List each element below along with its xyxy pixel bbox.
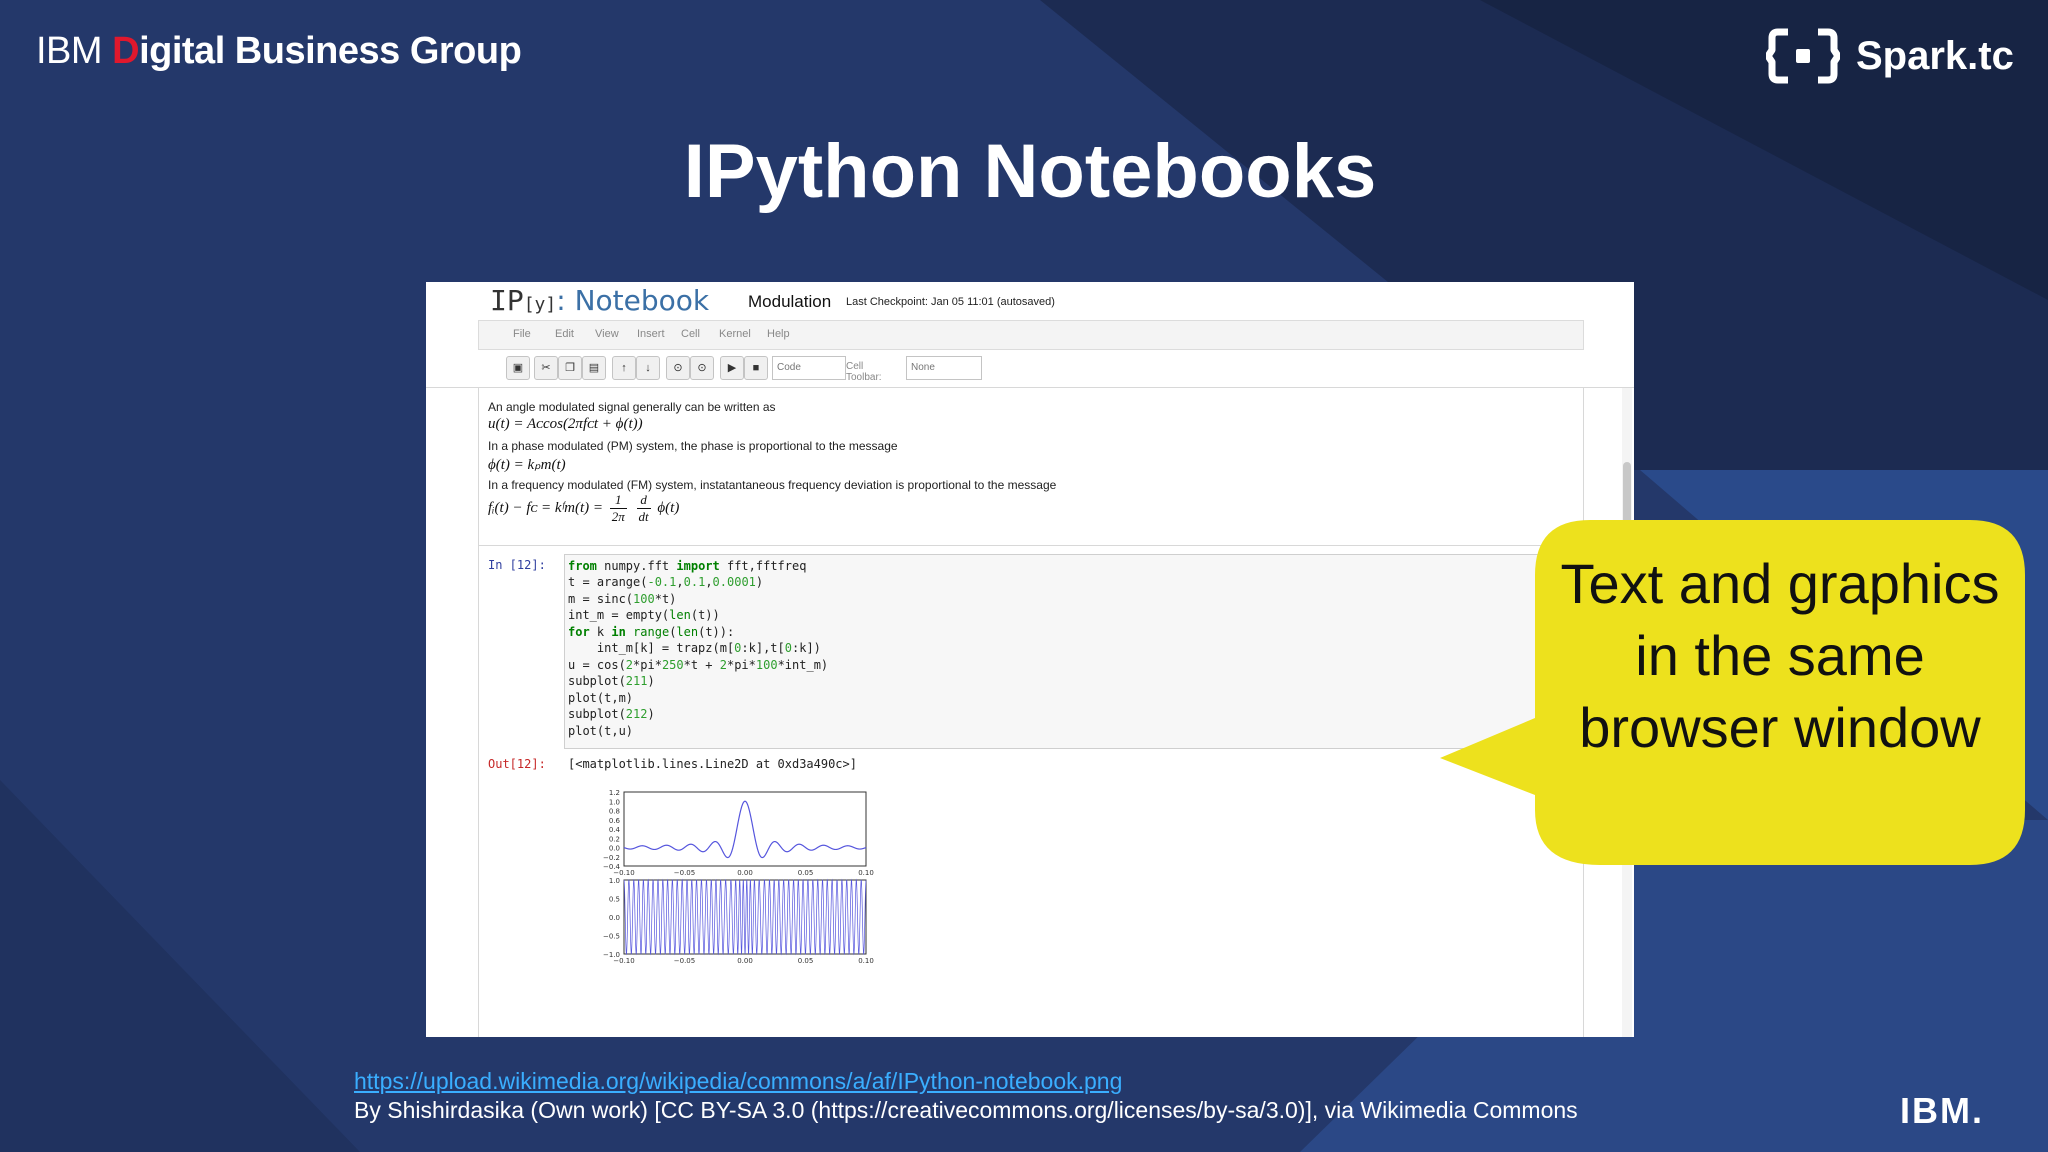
y-tick-label: 0.4 [609, 826, 621, 834]
y-tick-label: −0.2 [603, 854, 620, 862]
menu-file[interactable]: File [513, 328, 531, 340]
markdown-line-1: An angle modulated signal generally can … [488, 400, 776, 414]
menu-insert[interactable]: Insert [637, 328, 665, 340]
y-tick-label: 0.0 [609, 914, 620, 922]
y-tick-label: 0.2 [609, 835, 620, 843]
checkpoint-status: Last Checkpoint: Jan 05 11:01 (autosaved… [846, 296, 1055, 308]
run-icon[interactable]: ▶ [720, 356, 744, 380]
spark-logo: Spark.tc [1766, 26, 2014, 86]
x-tick-label: −0.10 [613, 957, 634, 965]
menu-edit[interactable]: Edit [555, 328, 574, 340]
cell-type-value: Code [777, 362, 801, 373]
menu-help[interactable]: Help [767, 328, 790, 340]
cut-icon[interactable]: ✂ [534, 356, 558, 380]
x-tick-label: 0.00 [737, 869, 753, 877]
equation-3: fᵢ(t) − fᴄ = kᶠm(t) = 1 2π d dt ϕ(t) [488, 492, 679, 525]
y-tick-label: 1.2 [609, 789, 620, 797]
x-tick-label: −0.05 [674, 869, 695, 877]
y-tick-label: 0.6 [609, 817, 621, 825]
plot-frame [623, 791, 867, 867]
y-tick-label: 1.0 [609, 798, 620, 806]
y-tick-label: −0.5 [603, 933, 620, 941]
input-prompt: In [12]: [488, 558, 546, 572]
code-line: u = cos(2*pi*250*t + 2*pi*100*int_m) [568, 658, 829, 672]
cell-toolbar-label: Cell Toolbar: [846, 361, 882, 383]
x-tick-label: 0.05 [798, 869, 814, 877]
spark-bracket-icon [1766, 28, 1840, 84]
save-icon[interactable]: ▣ [506, 356, 530, 380]
y-tick-label: 1.0 [609, 877, 620, 885]
menu-bar: File Edit View Insert Cell Kernel Help [478, 320, 1584, 350]
ipython-logo: IP[y]: Notebook [490, 284, 709, 317]
code-line: from numpy.fft import fft,fftfreq [568, 559, 807, 573]
x-tick-label: 0.10 [858, 869, 874, 877]
code-line: int_m[k] = trapz(m[0:k],t[0:k]) [568, 641, 821, 655]
ibm-logo: IBM. [1900, 1090, 1984, 1131]
cell-toolbar-value: None [911, 362, 935, 373]
paste-icon[interactable]: ▤ [582, 356, 606, 380]
brand-d-letter: D [112, 30, 140, 72]
notebook-header: IP[y]: Notebook Modulation Last Checkpoi… [426, 282, 1634, 388]
eq3-frac1-den: 2π [611, 509, 625, 524]
matplotlib-output: 1.21.00.80.60.40.20.0−0.2−0.4−0.10 −0.05 0… [603, 789, 874, 965]
notebook-name[interactable]: Modulation [748, 292, 831, 312]
code-line: t = arange(-0.1,0.1,0.0001) [568, 575, 764, 589]
eq3-frac-1: 1 2π [609, 492, 627, 525]
slide-title: IPython Notebooks [683, 129, 1377, 214]
output-prompt: Out[12]: [488, 757, 546, 771]
code-line: for k in range(len(t)): [568, 625, 735, 639]
image-credit: By Shishirdasika (Own work) [CC BY-SA 3.… [354, 1097, 1578, 1123]
output-text: [<matplotlib.lines.Line2D at 0xd3a490c>] [568, 757, 857, 771]
eq3-frac2-num: d [636, 492, 651, 509]
x-tick-label: 0.00 [737, 957, 753, 965]
move-down-icon[interactable]: ↓ [636, 356, 660, 380]
menu-cell[interactable]: Cell [681, 328, 700, 340]
x-tick-label: −0.05 [674, 957, 695, 965]
stop-icon[interactable]: ■ [744, 356, 768, 380]
eq3-left: fᵢ(t) − fᴄ = kᶠm(t) = [488, 499, 604, 516]
code-line: plot(t,u) [568, 724, 634, 738]
callout-text: Text and graphics in the same browser wi… [1560, 552, 2000, 759]
code-line: m = sinc(100*t) [568, 592, 677, 606]
eq3-frac-2: d dt [636, 492, 651, 525]
equation-2: ϕ(t) = kₚm(t) [488, 457, 566, 473]
brand-ibm: IBM [36, 30, 113, 72]
eq3-frac2-den: dt [638, 509, 649, 524]
x-tick-label: −0.10 [613, 869, 634, 877]
image-source-link[interactable]: https://upload.wikimedia.org/wikipedia/c… [354, 1068, 1122, 1095]
logo-suffix: : Notebook [556, 284, 710, 317]
code-line: subplot(212) [568, 707, 655, 721]
x-tick-label: 0.10 [858, 957, 874, 965]
spark-logo-text: Spark.tc [1856, 33, 2014, 78]
logo-y: [y] [523, 294, 557, 315]
cell-type-select[interactable]: Code [772, 356, 846, 380]
plot-frame [623, 879, 867, 955]
move-up-icon[interactable]: ↑ [612, 356, 636, 380]
cell-separator [478, 545, 1582, 546]
brand-title: IBM Digital Business Group [36, 30, 522, 73]
y-tick-label: 0.5 [609, 896, 620, 904]
code-line: plot(t,m) [568, 691, 634, 705]
markdown-line-3: In a frequency modulated (FM) system, in… [488, 478, 1057, 492]
equation-1: u(t) = Aᴄcos(2πfᴄt + ϕ(t)) [488, 416, 643, 432]
x-tick-label: 0.05 [798, 957, 814, 965]
markdown-line-2: In a phase modulated (PM) system, the ph… [488, 439, 898, 453]
copy-icon[interactable]: ❐ [558, 356, 582, 380]
run-above-icon[interactable]: ⊙ [666, 356, 690, 380]
brand-rest: igital Business Group [139, 30, 522, 72]
y-tick-label: 0.8 [609, 808, 620, 816]
y-tick-label: 0.0 [609, 845, 620, 853]
logo-ip: IP [490, 284, 524, 317]
eq3-frac1-num: 1 [609, 492, 627, 509]
eq3-right: ϕ(t) [657, 499, 680, 516]
menu-kernel[interactable]: Kernel [719, 328, 751, 340]
menu-view[interactable]: View [595, 328, 619, 340]
code-line: subplot(211) [568, 674, 655, 688]
code-line: int_m = empty(len(t)) [568, 608, 720, 622]
run-below-icon[interactable]: ⊙ [690, 356, 714, 380]
cell-toolbar-select[interactable]: None [906, 356, 982, 380]
